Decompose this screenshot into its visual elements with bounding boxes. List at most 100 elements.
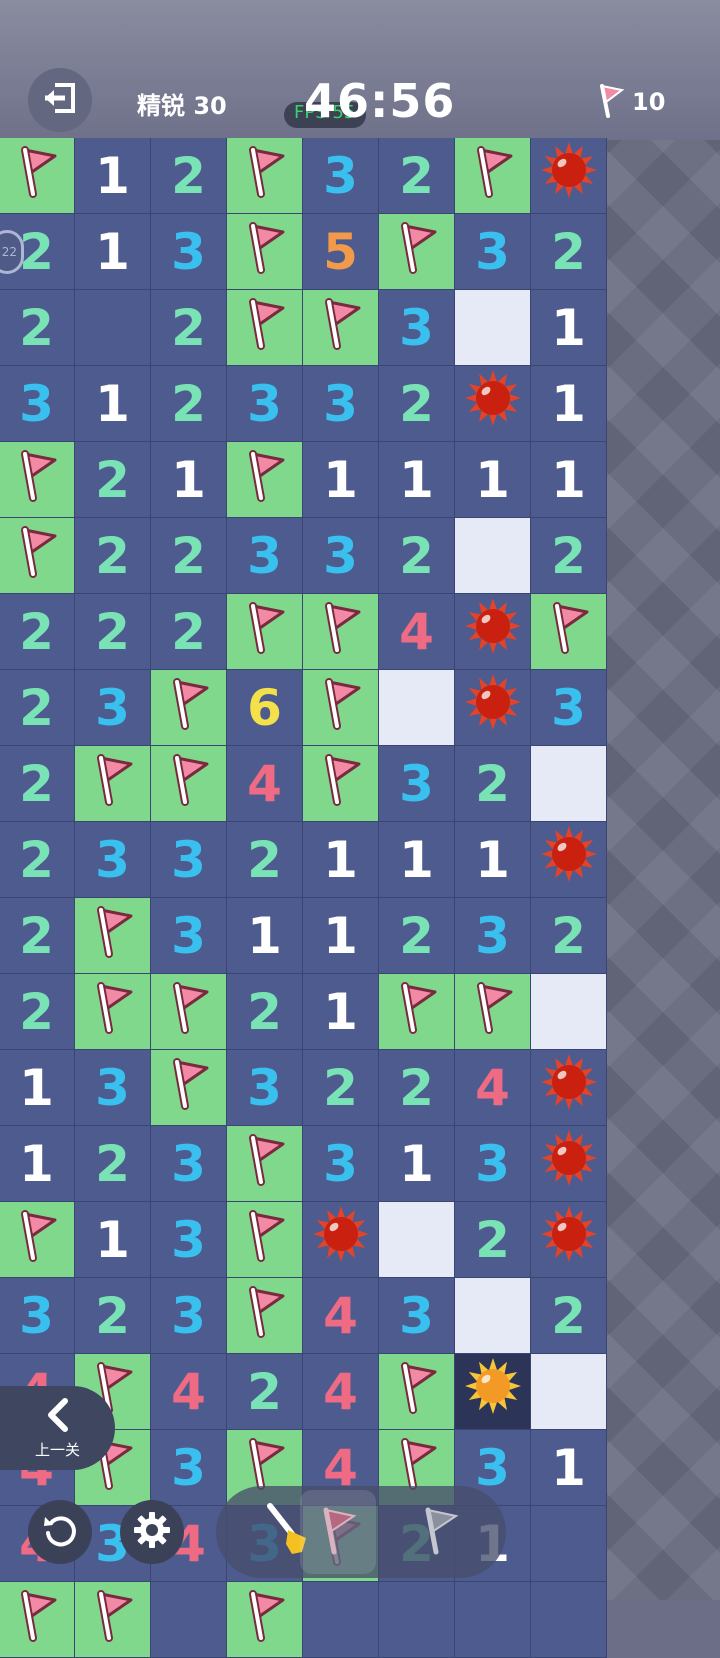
number-cell[interactable]: 3	[75, 1050, 151, 1126]
number-cell[interactable]: 1	[75, 1202, 151, 1278]
unrevealed-cell[interactable]	[455, 1278, 531, 1354]
unrevealed-cell[interactable]	[379, 1202, 455, 1278]
number-cell[interactable]: 2	[303, 1050, 379, 1126]
number-cell[interactable]: 6	[227, 670, 303, 746]
number-cell[interactable]: 4	[455, 1050, 531, 1126]
flagged-cell[interactable]	[303, 594, 379, 670]
number-cell[interactable]: 3	[0, 366, 75, 442]
flagged-cell[interactable]	[75, 898, 151, 974]
number-cell[interactable]: 2	[379, 898, 455, 974]
flagged-cell[interactable]	[303, 746, 379, 822]
number-cell[interactable]: 1	[379, 822, 455, 898]
restart-button[interactable]	[28, 1500, 92, 1564]
number-cell[interactable]: 1	[303, 898, 379, 974]
flagged-cell[interactable]	[379, 1354, 455, 1430]
empty-cell[interactable]	[455, 1582, 531, 1658]
mine-cell[interactable]	[531, 1202, 607, 1278]
number-cell[interactable]: 2	[379, 1050, 455, 1126]
number-cell[interactable]: 2	[455, 746, 531, 822]
flagged-cell[interactable]	[75, 974, 151, 1050]
flagged-cell[interactable]	[75, 1582, 151, 1658]
unrevealed-cell[interactable]	[455, 518, 531, 594]
number-cell[interactable]: 2	[75, 594, 151, 670]
number-cell[interactable]: 2	[379, 366, 455, 442]
number-cell[interactable]: 1	[303, 974, 379, 1050]
flagged-cell[interactable]	[227, 214, 303, 290]
number-cell[interactable]: 4	[303, 1354, 379, 1430]
empty-cell[interactable]	[379, 1582, 455, 1658]
number-cell[interactable]: 3	[227, 1050, 303, 1126]
number-cell[interactable]: 2	[227, 1354, 303, 1430]
mine-cell[interactable]	[531, 1126, 607, 1202]
flagged-cell[interactable]	[531, 594, 607, 670]
unrevealed-cell[interactable]	[531, 746, 607, 822]
flagged-cell[interactable]	[303, 670, 379, 746]
empty-cell[interactable]	[151, 1582, 227, 1658]
mine-cell[interactable]	[303, 1202, 379, 1278]
flagged-cell[interactable]	[0, 1202, 75, 1278]
number-cell[interactable]: 3	[151, 822, 227, 898]
number-cell[interactable]: 2	[151, 594, 227, 670]
number-cell[interactable]: 3	[151, 214, 227, 290]
flagged-cell[interactable]	[227, 1126, 303, 1202]
number-cell[interactable]: 4	[379, 594, 455, 670]
number-cell[interactable]: 1	[531, 366, 607, 442]
number-cell[interactable]: 3	[303, 518, 379, 594]
number-cell[interactable]: 2	[531, 898, 607, 974]
mine-cell[interactable]	[455, 670, 531, 746]
number-cell[interactable]: 5	[303, 214, 379, 290]
number-cell[interactable]: 2	[151, 518, 227, 594]
flagged-cell[interactable]	[303, 290, 379, 366]
number-cell[interactable]: 2	[379, 518, 455, 594]
flag-tool-button[interactable]	[300, 1490, 376, 1574]
number-cell[interactable]: 3	[531, 670, 607, 746]
flagged-cell[interactable]	[227, 1582, 303, 1658]
number-cell[interactable]: 1	[379, 442, 455, 518]
number-cell[interactable]: 4	[303, 1278, 379, 1354]
flagged-cell[interactable]	[151, 746, 227, 822]
number-cell[interactable]: 3	[455, 1126, 531, 1202]
number-cell[interactable]: 2	[0, 974, 75, 1050]
number-cell[interactable]: 3	[75, 822, 151, 898]
number-cell[interactable]: 1	[151, 442, 227, 518]
flagged-cell[interactable]	[227, 442, 303, 518]
number-cell[interactable]: 3	[303, 366, 379, 442]
number-cell[interactable]: 2	[0, 898, 75, 974]
previous-level-button[interactable]: 上一关	[0, 1386, 115, 1470]
number-cell[interactable]: 3	[379, 290, 455, 366]
number-cell[interactable]: 1	[0, 1050, 75, 1126]
number-cell[interactable]: 3	[379, 1278, 455, 1354]
number-cell[interactable]: 1	[455, 442, 531, 518]
unrevealed-cell[interactable]	[455, 290, 531, 366]
flagged-cell[interactable]	[379, 974, 455, 1050]
number-cell[interactable]: 3	[455, 898, 531, 974]
number-cell[interactable]: 2	[227, 822, 303, 898]
number-cell[interactable]: 2	[531, 1278, 607, 1354]
number-cell[interactable]: 2	[75, 518, 151, 594]
number-cell[interactable]: 2	[151, 290, 227, 366]
number-cell[interactable]: 3	[151, 1430, 227, 1506]
number-cell[interactable]: 1	[75, 366, 151, 442]
flagged-cell[interactable]	[227, 1202, 303, 1278]
number-cell[interactable]: 2	[0, 290, 75, 366]
number-cell[interactable]: 3	[75, 670, 151, 746]
number-cell[interactable]: 3	[151, 1278, 227, 1354]
number-cell[interactable]: 3	[0, 1278, 75, 1354]
mine-cell[interactable]	[455, 594, 531, 670]
empty-cell[interactable]	[531, 1582, 607, 1658]
number-cell[interactable]: 4	[151, 1354, 227, 1430]
flagged-cell[interactable]	[151, 1050, 227, 1126]
flagged-cell[interactable]	[0, 518, 75, 594]
number-cell[interactable]: 2	[531, 214, 607, 290]
number-cell[interactable]: 2	[75, 442, 151, 518]
mine-cell[interactable]	[455, 366, 531, 442]
number-cell[interactable]: 1	[227, 898, 303, 974]
number-cell[interactable]: 3	[455, 214, 531, 290]
number-cell[interactable]: 1	[531, 442, 607, 518]
number-cell[interactable]: 2	[75, 1126, 151, 1202]
flagged-cell[interactable]	[75, 746, 151, 822]
unrevealed-cell[interactable]	[379, 670, 455, 746]
number-cell[interactable]: 2	[151, 366, 227, 442]
flagged-cell[interactable]	[227, 594, 303, 670]
flagged-cell[interactable]	[0, 1582, 75, 1658]
